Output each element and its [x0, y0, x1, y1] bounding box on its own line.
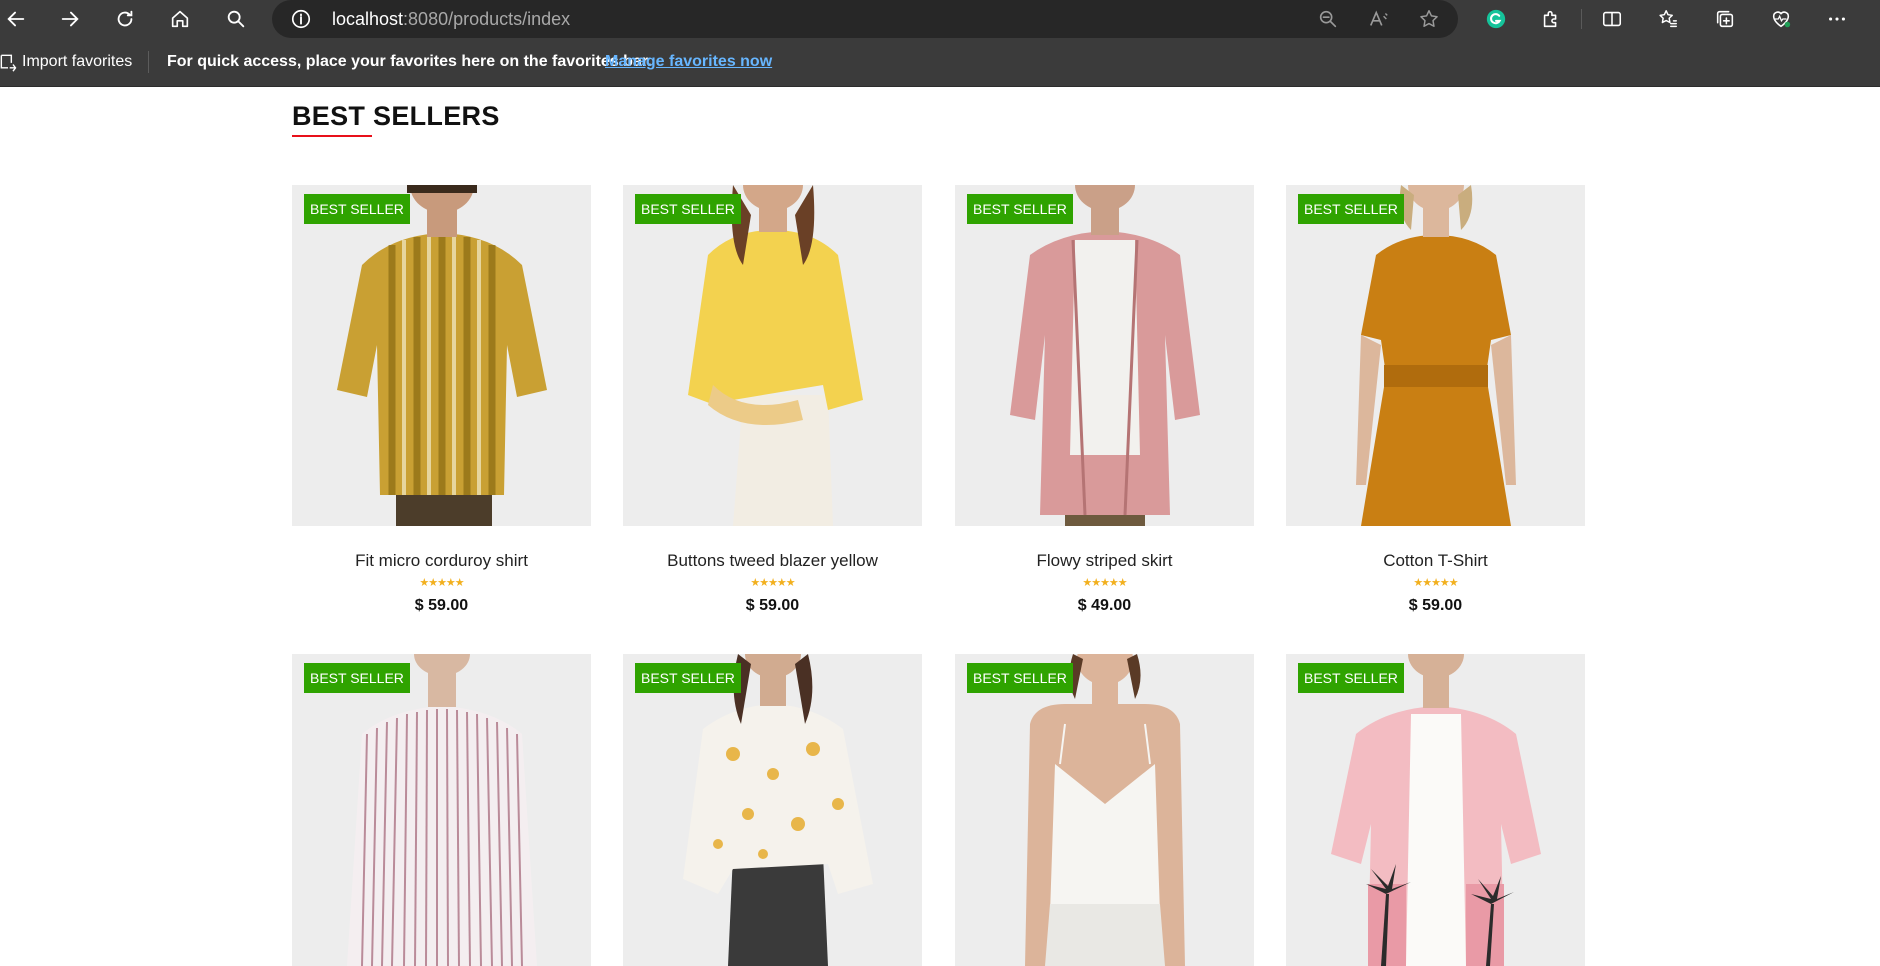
favorites-button[interactable]	[1648, 0, 1688, 38]
heart-pulse-icon	[1772, 11, 1791, 28]
favorite-star-icon[interactable]	[1418, 8, 1440, 30]
url-host: localhost	[332, 9, 404, 29]
import-favorites-icon[interactable]	[0, 52, 18, 72]
product-card[interactable]: BEST SELLER	[623, 654, 922, 966]
product-rating: ★★★★★	[419, 577, 464, 589]
product-rating: ★★★★★	[1413, 577, 1458, 589]
grammarly-icon	[1486, 9, 1506, 29]
best-seller-badge: BEST SELLER	[1298, 663, 1404, 693]
product-price: $ 59.00	[414, 597, 469, 614]
refresh-icon	[117, 10, 133, 27]
site-info-icon[interactable]	[290, 8, 312, 30]
product-card[interactable]: BEST SELLER Buttons tweed blazer yellow …	[623, 185, 922, 615]
product-photo-shirt	[337, 185, 547, 526]
product-photo-tropical-shirt	[1331, 654, 1541, 966]
product-card[interactable]: BEST SELLER	[955, 654, 1254, 966]
product-photo-yellow-top	[688, 185, 863, 526]
favorites-bar: Import favorites For quick access, place…	[0, 38, 1880, 87]
product-image[interactable]: BEST SELLER	[1286, 654, 1585, 966]
search-icon	[227, 10, 245, 28]
forward-button[interactable]	[50, 0, 90, 38]
search-button[interactable]	[216, 0, 256, 38]
title-underline	[292, 135, 372, 137]
best-seller-badge: BEST SELLER	[635, 663, 741, 693]
settings-more-button[interactable]	[1817, 0, 1857, 38]
grammarly-extension-button[interactable]	[1476, 0, 1516, 38]
product-photo-pink-shirt	[1010, 185, 1200, 526]
product-card[interactable]: BEST SELLER	[292, 654, 591, 966]
product-price: $ 59.00	[745, 597, 800, 614]
product-rating: ★★★★★	[1082, 577, 1127, 589]
collections-button[interactable]	[1705, 0, 1745, 38]
best-seller-badge: BEST SELLER	[635, 194, 741, 224]
best-seller-badge: BEST SELLER	[967, 194, 1073, 224]
product-card[interactable]: BEST SELLER Flowy striped skirt ★★★★★ $ …	[955, 185, 1254, 615]
split-screen-icon	[1602, 11, 1622, 27]
product-card[interactable]: BEST SELLER Cotton T-Shirt ★★★★★ $ 59.00	[1286, 185, 1585, 615]
forward-arrow-icon	[61, 11, 79, 27]
url-path: :8080/products/index	[403, 9, 571, 29]
favorites-list-icon	[1659, 10, 1677, 28]
product-image[interactable]: BEST SELLER	[623, 185, 922, 526]
extensions-button[interactable]	[1531, 0, 1571, 38]
collections-icon	[1716, 10, 1734, 28]
read-aloud-icon[interactable]	[1368, 8, 1390, 30]
product-price: $ 49.00	[1077, 597, 1132, 614]
favorites-divider	[148, 51, 149, 73]
product-image[interactable]: BEST SELLER	[955, 185, 1254, 526]
more-dots-icon	[1829, 17, 1845, 21]
product-photo-white-camisole	[1025, 654, 1185, 966]
product-image[interactable]: BEST SELLER	[955, 654, 1254, 966]
back-arrow-icon	[7, 11, 25, 27]
refresh-button[interactable]	[105, 0, 145, 38]
best-seller-badge: BEST SELLER	[1298, 194, 1404, 224]
import-favorites-link[interactable]: Import favorites	[22, 53, 132, 71]
url-text[interactable]: localhost:8080/products/index	[332, 9, 570, 30]
best-seller-badge: BEST SELLER	[304, 194, 410, 224]
product-name[interactable]: Fit micro corduroy shirt	[292, 551, 591, 571]
product-price: $ 59.00	[1408, 597, 1463, 614]
browser-toolbar: localhost:8080/products/index	[0, 0, 1880, 38]
product-image[interactable]: BEST SELLER	[623, 654, 922, 966]
address-bar[interactable]: localhost:8080/products/index	[272, 0, 1458, 38]
split-screen-button[interactable]	[1592, 0, 1632, 38]
puzzle-icon	[1543, 10, 1557, 28]
product-photo-orange-dress	[1356, 185, 1516, 526]
section-title: BEST SELLERS	[292, 101, 500, 131]
product-card[interactable]: BEST SELLER Fit micro corduroy shirt ★★★…	[292, 185, 591, 615]
best-seller-badge: BEST SELLER	[304, 663, 410, 693]
product-photo-print-blouse	[683, 654, 873, 966]
home-icon	[171, 10, 189, 28]
product-image[interactable]: BEST SELLER	[292, 185, 591, 526]
product-name[interactable]: Flowy striped skirt	[955, 551, 1254, 571]
back-button[interactable]	[0, 0, 36, 38]
product-photo-striped-shirt	[347, 654, 537, 966]
toolbar-divider	[1581, 9, 1582, 29]
favorites-hint-text: For quick access, place your favorites h…	[167, 53, 652, 70]
product-image[interactable]: BEST SELLER	[1286, 185, 1585, 526]
zoom-out-icon[interactable]	[1317, 8, 1339, 30]
manage-favorites-link[interactable]: Manage favorites now	[605, 53, 772, 71]
home-button[interactable]	[160, 0, 200, 38]
best-seller-badge: BEST SELLER	[967, 663, 1073, 693]
product-card[interactable]: BEST SELLER	[1286, 654, 1585, 966]
product-name[interactable]: Cotton T-Shirt	[1286, 551, 1585, 571]
product-name[interactable]: Buttons tweed blazer yellow	[623, 551, 922, 571]
product-image[interactable]: BEST SELLER	[292, 654, 591, 966]
product-rating: ★★★★★	[750, 577, 795, 589]
browser-essentials-button[interactable]	[1761, 0, 1801, 38]
